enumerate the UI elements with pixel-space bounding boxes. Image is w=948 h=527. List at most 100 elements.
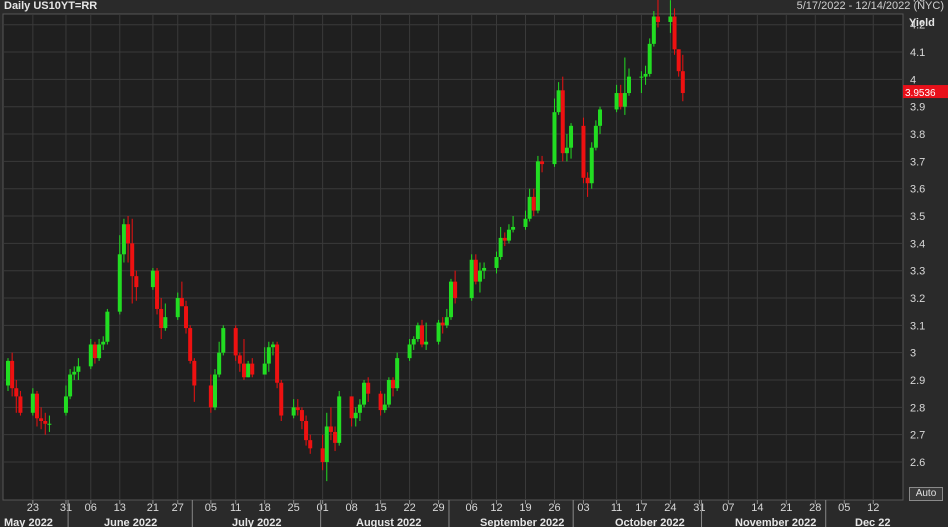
candle-body [92, 344, 97, 359]
candle-body [213, 374, 217, 408]
candle-body [469, 259, 474, 299]
candle-body [163, 317, 168, 329]
candle-body [159, 308, 164, 329]
candle-body [668, 16, 673, 22]
candle-body [448, 281, 453, 318]
candle-body [34, 393, 39, 419]
candle-body [217, 352, 222, 375]
candle-body [179, 298, 184, 307]
month-label: June 2022 [104, 517, 157, 527]
y-tick-label: 3 [910, 348, 916, 360]
candle-body [614, 93, 619, 110]
candle-body [560, 90, 565, 154]
candle-body [424, 341, 429, 345]
candle-body [353, 412, 358, 419]
x-tick-label: 07 [722, 502, 734, 514]
candle-body [320, 448, 325, 462]
candle-body [436, 322, 441, 342]
x-tick-label: 31 [60, 502, 72, 514]
candle-body [126, 224, 131, 244]
candle-body [676, 49, 681, 72]
candle-body [43, 421, 48, 424]
candle-body [420, 325, 424, 345]
candle-body [155, 270, 160, 309]
x-tick-label: 11 [230, 502, 241, 514]
x-tick-label: 11 [611, 502, 622, 514]
candle-body [415, 325, 420, 340]
candle-body [188, 328, 193, 361]
candlestick-chart[interactable]: 2.6 2.7 2.8 2.9 3 3.1 3.2 3.3 3.4 3.5 3.6 3.7 3.8 3.9… [0, 0, 948, 527]
month-label: July 2022 [232, 517, 282, 527]
x-tick-label: 17 [635, 502, 647, 514]
candle-body [304, 421, 309, 441]
y-tick-label: 3.3 [910, 266, 925, 278]
x-tick-label: 14 [751, 502, 763, 514]
x-tick-label: 26 [548, 502, 560, 514]
candle-body [639, 76, 644, 78]
candle-body [270, 344, 275, 348]
x-tick-label: 25 [288, 502, 300, 514]
candle-body [14, 388, 19, 397]
y-tick-label: 3.4 [910, 238, 925, 250]
candle-body [30, 393, 35, 413]
x-tick-label: 24 [664, 502, 676, 514]
y-tick-label: 2.9 [910, 375, 925, 387]
candle-body [192, 360, 197, 386]
candle-body [6, 360, 10, 386]
month-label: September 2022 [480, 517, 564, 527]
month-label: May 2022 [4, 517, 53, 527]
y-tick-label: 3.8 [910, 129, 925, 141]
candle-body [444, 317, 449, 326]
y-tick-label: 2.8 [910, 402, 925, 414]
candle-body [328, 426, 333, 432]
candle-body [88, 344, 93, 367]
candle-body [382, 404, 387, 411]
y-tick-label: 3.9 [910, 102, 925, 114]
candle-body [18, 396, 23, 413]
candle-body [498, 237, 503, 258]
x-tick-label: 22 [403, 502, 415, 514]
y-tick-label: 3.5 [910, 211, 925, 223]
candle-body [386, 380, 391, 405]
y-axis-label: Yield [909, 17, 935, 29]
candle-body [233, 328, 238, 356]
candle-body [39, 418, 44, 422]
candle-body [150, 270, 155, 288]
x-tick-label: 01 [317, 502, 329, 514]
y-tick-label: 4.3 [910, 0, 925, 4]
x-tick-label: 06 [85, 502, 97, 514]
candle-body [134, 276, 139, 288]
x-tick-label: 03 [577, 502, 589, 514]
candle-body [337, 396, 342, 443]
x-tick-label: 18 [259, 502, 271, 514]
candle-body [411, 339, 416, 345]
candle-body [453, 281, 458, 299]
candle-body [482, 267, 487, 271]
candle-body [349, 396, 354, 419]
candle-body [378, 393, 383, 411]
candle-body [407, 344, 412, 359]
x-tick-label: 13 [114, 502, 126, 514]
x-tick-label: 12 [490, 502, 502, 514]
candle-body [494, 257, 499, 268]
candle-body [643, 73, 648, 77]
candle-body [101, 341, 106, 345]
auto-scale-button[interactable]: Auto [909, 487, 943, 501]
candle-body [10, 360, 15, 389]
candle-body [121, 224, 126, 255]
y-tick-label: 3.7 [910, 156, 925, 168]
candle-body [105, 311, 110, 342]
x-tick-label: 21 [147, 502, 159, 514]
last-value-label: 3.9536 [905, 88, 936, 99]
candle-body [76, 366, 81, 372]
candle-body [552, 112, 557, 165]
candle-body [564, 147, 569, 154]
candle-body [333, 431, 338, 443]
candle-body [366, 382, 371, 394]
candle-body [506, 229, 511, 241]
candle-body [540, 161, 545, 165]
candle-body [208, 385, 213, 408]
candle-body [175, 298, 180, 318]
x-tick-label: 08 [345, 502, 357, 514]
candle-body [324, 426, 329, 462]
